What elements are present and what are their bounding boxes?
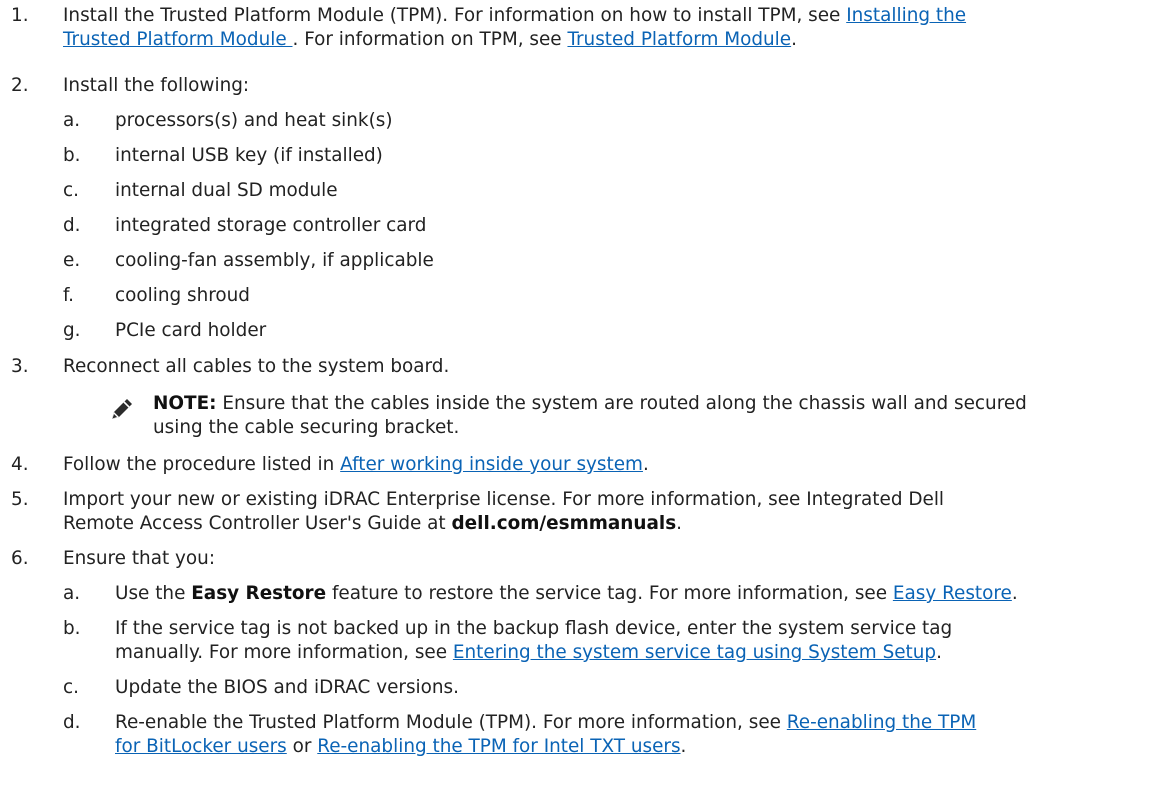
note: NOTE: Ensure that the cables inside the …: [153, 392, 1027, 416]
step-number: 3.: [11, 356, 29, 377]
link-easy-restore[interactable]: Easy Restore: [893, 583, 1012, 604]
list-item-continuation: manually. For more information, see Ente…: [115, 642, 942, 663]
note-pencil-icon: [112, 399, 132, 419]
step-text: Install the Trusted Platform Module (TPM…: [63, 5, 847, 26]
note-text: Ensure that the cables inside the system…: [216, 393, 1027, 414]
link-reenabling-tpm-bitlocker[interactable]: Re-enabling the TPM: [787, 712, 976, 733]
step-number: 5.: [11, 489, 29, 510]
step-number: 1.: [11, 5, 29, 26]
note-continuation: using the cable securing bracket.: [153, 416, 459, 440]
link-trusted-platform-module[interactable]: Trusted Platform Module: [567, 29, 791, 50]
step-text: . For information on TPM, see: [292, 29, 568, 50]
step-text: Reconnect all cables to the system board…: [63, 356, 450, 377]
link-reenabling-tpm-intel-txt[interactable]: Re-enabling the TPM for Intel TXT users: [317, 736, 680, 757]
link-after-working-inside[interactable]: After working inside your system: [340, 454, 643, 475]
step-text: Follow the procedure listed in: [63, 454, 341, 475]
list-item-continuation: for BitLocker users or Re-enabling the T…: [115, 736, 687, 757]
link-installing-tpm[interactable]: Installing the: [846, 5, 966, 26]
step-text: Install the following:: [63, 75, 250, 96]
step-text: Import your new or existing iDRAC Enterp…: [63, 489, 945, 510]
step-number: 6.: [11, 548, 29, 569]
url-text: dell.com/esmmanuals: [451, 513, 677, 534]
step-text: Ensure that you:: [63, 548, 216, 569]
note-text: using the cable securing bracket.: [153, 417, 460, 438]
step-number: 2.: [11, 75, 29, 96]
link-installing-tpm-cont[interactable]: Trusted Platform Module: [63, 29, 293, 50]
note-label: NOTE:: [153, 393, 217, 414]
link-entering-service-tag[interactable]: Entering the system service tag using Sy…: [453, 642, 936, 663]
step-5-continuation: Remote Access Controller User's Guide at…: [63, 513, 683, 534]
step-1-continuation: Trusted Platform Module . For informatio…: [63, 29, 797, 50]
step-number: 4.: [11, 454, 29, 475]
link-reenabling-tpm-bitlocker-cont[interactable]: for BitLocker users: [115, 736, 287, 757]
